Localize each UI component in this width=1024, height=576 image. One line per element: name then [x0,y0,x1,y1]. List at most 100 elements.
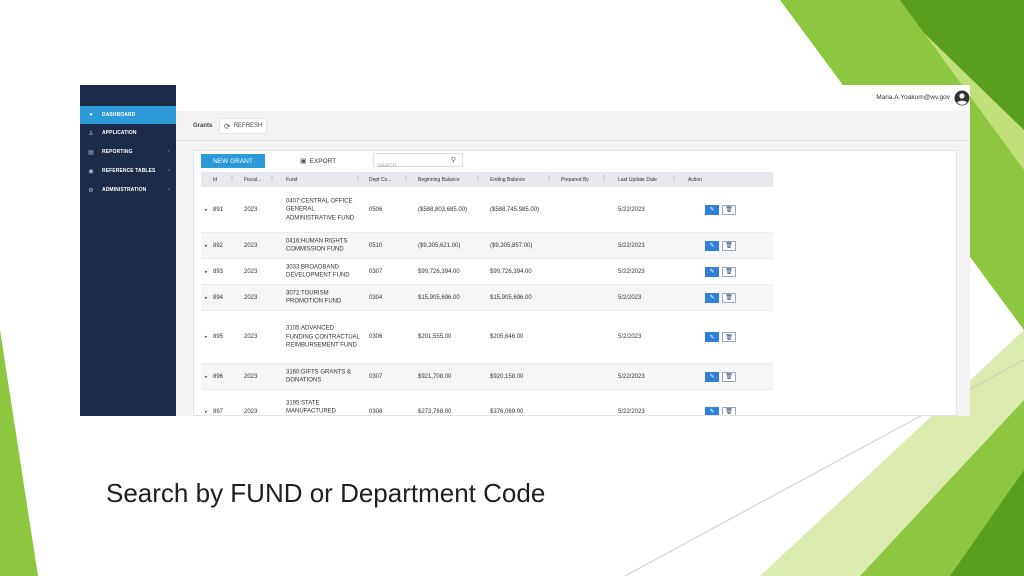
grants-panel: NEW GRANT ▣ EXPORT ⚲ Id ⋮ Fiscal... ⋮ Fund ⋮ D… [193,150,957,416]
column-header-dept-code[interactable]: Dept Co... [369,172,392,187]
row-actions: ✎ 🗑 [705,406,736,415]
edit-icon[interactable]: ✎ [705,240,719,251]
cell-beginning-balance: ($588,803,685.00) [418,206,468,213]
export-button[interactable]: ▣ EXPORT [300,155,336,167]
cell-ending-balance: $15,905,696.00 [490,294,532,301]
cell-dept-code: 0304 [369,294,383,301]
column-menu-icon[interactable]: ⋮ [355,175,361,182]
expand-row-icon[interactable]: ▸ [205,243,208,249]
sidebar-item-label: APPLICATION [102,130,137,136]
edit-icon[interactable]: ✎ [705,332,719,342]
cell-beginning-balance: $15,905,696.00 [418,294,460,301]
column-header-action[interactable]: Action [688,172,702,187]
table-row[interactable]: ▸ 895 2023 3105:ADVANCED FUNDING CONTRACTUA… [201,311,773,364]
sidebar: ● DASHBOARD ♙ APPLICATION ▤ REPORTING ‹ … [80,85,176,416]
cell-ending-balance: $99,726,394.00 [490,268,532,275]
table-row[interactable]: ▸ 897 2023 3195:STATE MANUFACTURED HOUSING 0… [201,390,773,415]
cell-id: 892 [213,242,224,249]
trash-icon[interactable]: 🗑 [722,332,736,342]
column-menu-icon[interactable]: ⋮ [269,175,275,182]
column-menu-icon[interactable]: ⋮ [671,175,677,182]
table-row[interactable]: ▸ 893 2023 3033:BROADBAND DEVELOPMENT FUND 0… [201,259,773,285]
sidebar-item-application[interactable]: ♙ APPLICATION [80,124,176,142]
edit-icon[interactable]: ✎ [705,204,719,215]
row-actions: ✎ 🗑 [705,266,736,277]
sidebar-item-reporting[interactable]: ▤ REPORTING ‹ [80,143,176,161]
search-input[interactable] [374,160,444,172]
column-menu-icon[interactable]: ⋮ [601,175,607,182]
cell-last-update-date: 5/22/2023 [618,408,645,415]
column-header-beginning-balance[interactable]: Beginning Balance [418,172,460,187]
expand-row-icon[interactable]: ▸ [205,207,208,213]
cell-id: 891 [213,206,224,213]
cell-ending-balance: $205,646.00 [490,333,524,340]
trash-icon[interactable]: 🗑 [722,406,736,415]
dashboard-icon: ● [89,112,93,118]
edit-icon[interactable]: ✎ [705,406,719,415]
cell-fiscal-year: 2023 [244,206,258,213]
trash-icon[interactable]: 🗑 [722,204,736,215]
cell-beginning-balance: $201,555.00 [418,333,452,340]
sidebar-item-label: REFERENCE TABLES [102,168,156,174]
column-header-last-update-date[interactable]: Last Update Date [618,172,657,187]
row-actions: ✎ 🗑 [705,292,736,303]
trash-icon[interactable]: 🗑 [722,371,736,382]
expand-row-icon[interactable]: ▸ [205,334,208,340]
sidebar-item-administration[interactable]: ⚙ ADMINISTRATION ‹ [80,181,176,199]
cell-fund: 3160:GIFTS GRANTS & DONATIONS [286,369,352,384]
trash-icon[interactable]: 🗑 [722,240,736,251]
column-menu-icon[interactable]: ⋮ [403,175,409,182]
column-menu-icon[interactable]: ⋮ [229,175,235,182]
user-circle-icon[interactable] [954,90,970,106]
slide-caption: Search by FUND or Department Code [106,478,546,508]
cell-dept-code: 0308 [369,408,383,415]
sidebar-item-label: ADMINISTRATION [102,187,147,193]
cell-fiscal-year: 2023 [244,242,258,249]
cell-fiscal-year: 2023 [244,333,258,340]
cell-fiscal-year: 2023 [244,373,258,380]
cell-ending-balance: $920,158.00 [490,373,524,380]
table-row[interactable]: ▸ 891 2023 0407:CENTRAL OFFICE GENERAL ADMI… [201,187,773,233]
column-header-prepared-by[interactable]: Prepared By [561,172,589,187]
row-actions: ✎ 🗑 [705,240,736,251]
column-menu-icon[interactable]: ⋮ [475,175,481,182]
edit-icon[interactable]: ✎ [705,371,719,382]
expand-row-icon[interactable]: ▸ [205,409,208,415]
trash-icon[interactable]: 🗑 [722,266,736,277]
cell-dept-code: 0306 [369,333,383,340]
row-actions: ✎ 🗑 [705,371,736,382]
table-row[interactable]: ▸ 896 2023 3160:GIFTS GRANTS & DONATIONS 030… [201,364,773,390]
cell-beginning-balance: $921,708.00 [418,373,452,380]
sidebar-item-dashboard[interactable]: ● DASHBOARD [80,106,176,124]
search-icon[interactable]: ⚲ [451,156,456,164]
cell-id: 894 [213,294,224,301]
cell-last-update-date: 5/22/2023 [618,242,645,249]
column-header-id[interactable]: Id [213,172,217,187]
cell-fund: 3072:TOURISM PROMOTION FUND [286,290,342,305]
column-menu-icon[interactable]: ⋮ [546,175,552,182]
trash-icon[interactable]: 🗑 [722,292,736,303]
cell-ending-balance: $376,069.00 [490,408,524,415]
table-row[interactable]: ▸ 892 2023 0416:HUMAN RIGHTS COMMISSION FUN… [201,233,773,259]
edit-icon[interactable]: ✎ [705,292,719,303]
expand-row-icon[interactable]: ▸ [205,295,208,301]
table-row[interactable]: ▸ 894 2023 3072:TOURISM PROMOTION FUND 0304 $… [201,285,773,311]
export-label: EXPORT [309,157,337,165]
sidebar-item-reference-tables[interactable]: ◉ REFERENCE TABLES ‹ [80,162,176,180]
expand-row-icon[interactable]: ▸ [205,374,208,380]
expand-row-icon[interactable]: ▸ [205,269,208,275]
export-icon: ▣ [300,158,307,165]
administration-icon: ⚙ [88,187,94,194]
sidebar-item-label: DASHBOARD [102,112,136,118]
column-header-fund[interactable]: Fund [286,172,297,187]
cell-beginning-balance: ($9,305,621.00) [418,242,461,249]
column-header-fiscal[interactable]: Fiscal... [244,172,261,187]
column-header-ending-balance[interactable]: Ending Balance [490,172,525,187]
edit-icon[interactable]: ✎ [705,266,719,277]
reporting-icon: ▤ [88,149,94,156]
new-grant-button[interactable]: NEW GRANT [201,154,265,168]
page-title: Grants [193,123,213,129]
cell-id: 895 [213,333,224,340]
refresh-button[interactable]: ⟳ REFRESH [219,118,268,134]
reference-tables-icon: ◉ [88,168,94,175]
